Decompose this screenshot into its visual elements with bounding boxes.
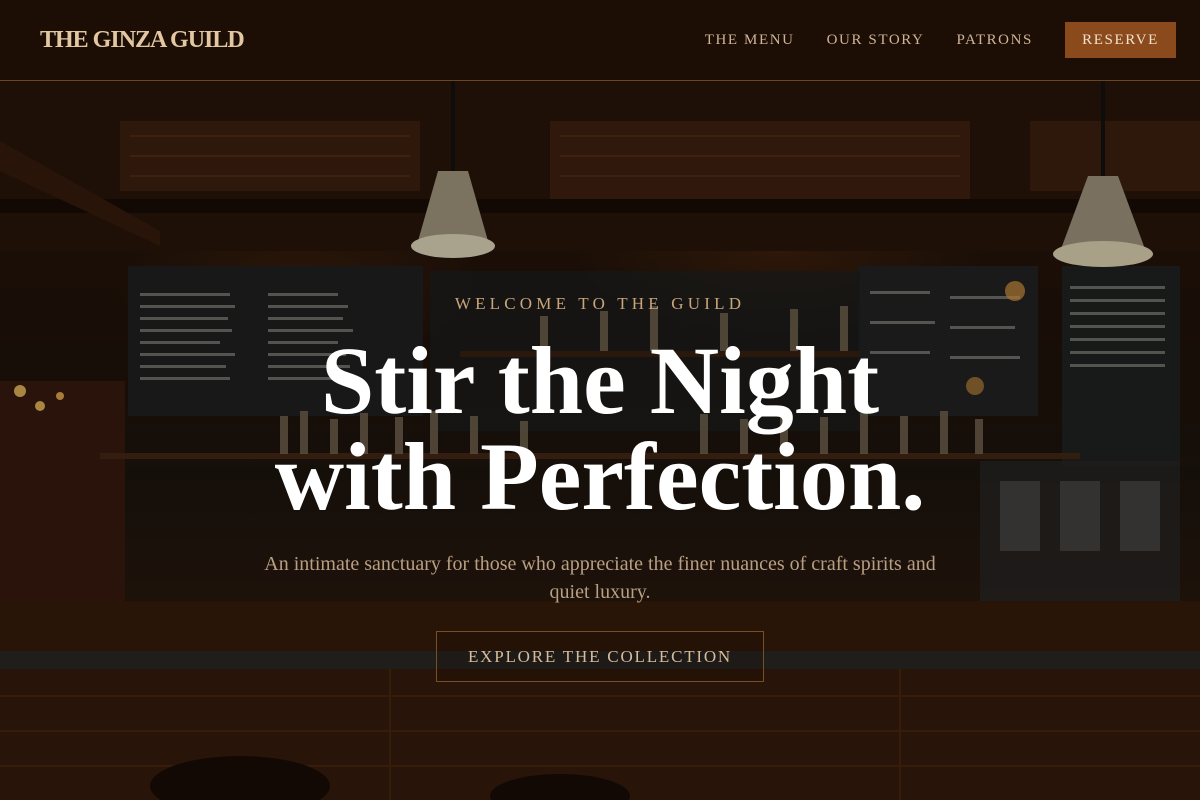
reserve-button[interactable]: RESERVE [1065, 22, 1176, 58]
nav-link-our-story[interactable]: OUR STORY [827, 32, 925, 49]
nav-link-menu[interactable]: THE MENU [705, 32, 795, 49]
hero-headline-line-2: with Perfection. [274, 423, 926, 530]
explore-collection-button[interactable]: EXPLORE THE COLLECTION [436, 631, 764, 682]
hero-eyebrow: WELCOME TO THE GUILD [454, 294, 746, 313]
hero-headline: Stir the Night with Perfection. [0, 333, 1200, 525]
brand-logo[interactable]: THE GINZA GUILD [40, 27, 245, 54]
top-nav: THE GINZA GUILD THE MENU OUR STORY PATRO… [0, 0, 1200, 81]
nav-link-patrons[interactable]: PATRONS [956, 32, 1033, 49]
hero-section: WELCOME TO THE GUILD Stir the Night with… [0, 81, 1200, 800]
nav-links: THE MENU OUR STORY PATRONS RESERVE [705, 22, 1176, 58]
hero-headline-line-1: Stir the Night [320, 327, 880, 434]
hero-subtext: An intimate sanctuary for those who appr… [264, 553, 936, 603]
